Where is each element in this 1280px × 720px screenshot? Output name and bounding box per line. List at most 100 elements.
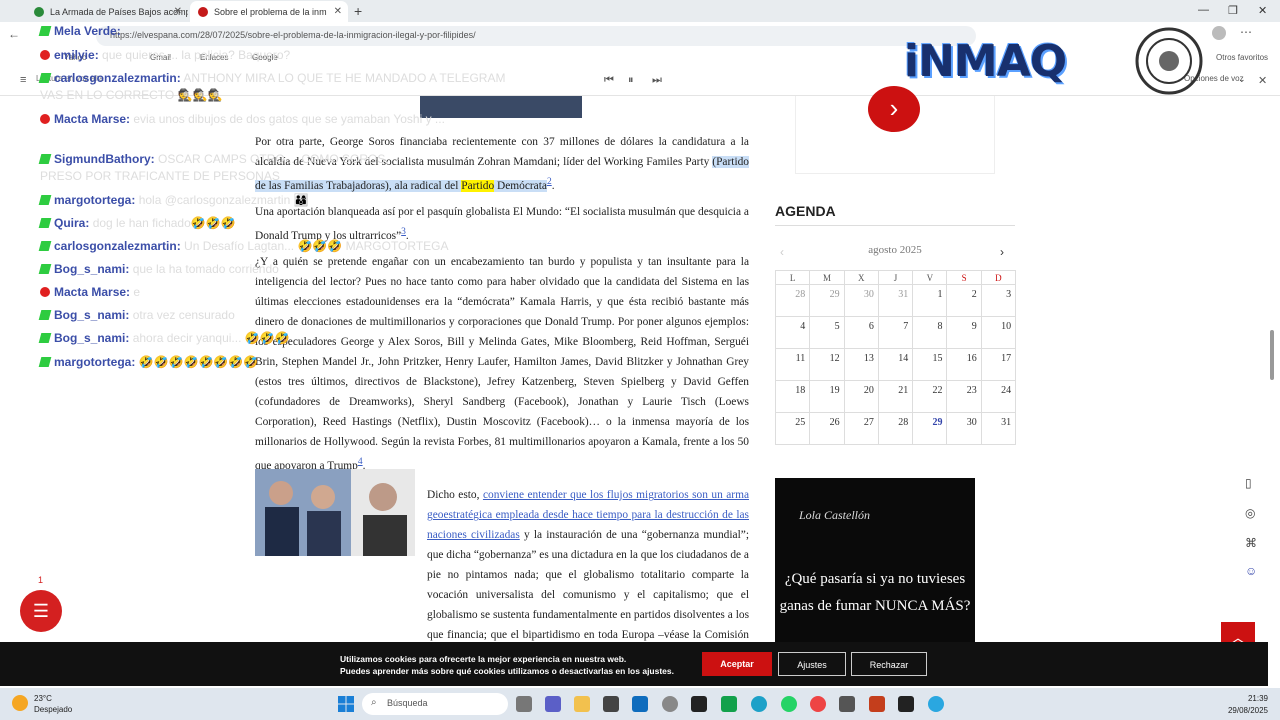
- comments-button[interactable]: ☰: [20, 590, 62, 632]
- assistant-icon[interactable]: ☺: [1245, 564, 1257, 578]
- restore-icon[interactable]: ❐: [1228, 4, 1238, 17]
- calendar-day[interactable]: 23: [946, 380, 982, 413]
- chat-user[interactable]: SigmundBathory:: [54, 152, 155, 166]
- calendar-day[interactable]: 24: [980, 380, 1017, 413]
- calendar-day[interactable]: 9: [946, 316, 982, 349]
- copilot-icon[interactable]: ◎: [1245, 506, 1255, 520]
- calendar-day[interactable]: 15: [912, 348, 948, 381]
- profile-icon[interactable]: [1212, 26, 1226, 40]
- collections-icon[interactable]: ▯: [1245, 476, 1252, 490]
- calendar-next-icon[interactable]: ›: [1000, 245, 1004, 259]
- weather-desc[interactable]: Despejado: [34, 705, 72, 714]
- chat-user[interactable]: carlosgonzalezmartin:: [54, 71, 181, 85]
- tab-armada[interactable]: La Armada de Países Bajos acomp ✕: [26, 1, 188, 22]
- store-icon[interactable]: [603, 696, 619, 712]
- weather-icon[interactable]: [12, 695, 28, 711]
- footnote-link[interactable]: 3: [401, 227, 406, 237]
- calendar-day[interactable]: 30: [946, 412, 982, 445]
- other-favorites[interactable]: Otros favoritos: [1216, 53, 1268, 62]
- close-icon[interactable]: ✕: [334, 6, 342, 17]
- chat-user[interactable]: Mela Verde:: [54, 24, 121, 38]
- url-field[interactable]: https://elvespana.com/28/07/2025/sobre-e…: [96, 26, 976, 46]
- calendar-day[interactable]: 10: [980, 316, 1017, 349]
- chat-user[interactable]: Bog_s_nami:: [54, 331, 129, 345]
- file-explorer-icon[interactable]: [574, 696, 590, 712]
- next-arrow-button[interactable]: ›: [868, 86, 920, 132]
- chevron-down-icon[interactable]: ⌄: [1238, 74, 1246, 85]
- calendar-day[interactable]: 17: [980, 348, 1017, 381]
- back-icon[interactable]: ←: [8, 27, 20, 41]
- calendar-day[interactable]: 18: [774, 380, 811, 413]
- outlook-icon[interactable]: [632, 696, 648, 712]
- chat-user[interactable]: margotortega:: [54, 193, 135, 207]
- calendar-day[interactable]: 29: [809, 284, 845, 317]
- chat-user[interactable]: margotortega:: [54, 355, 135, 369]
- clock-date[interactable]: 29/08/2025: [1220, 706, 1268, 715]
- powerpoint-icon[interactable]: [869, 696, 885, 712]
- calendar-day[interactable]: 13: [843, 348, 879, 381]
- windows-start-icon[interactable]: [338, 696, 354, 712]
- calendar-day[interactable]: 14: [877, 348, 914, 381]
- close-icon[interactable]: ✕: [174, 6, 182, 17]
- tab-inmigracion[interactable]: Sobre el problema de la inm ✕: [190, 1, 348, 22]
- app-icon[interactable]: [662, 696, 678, 712]
- footnote-link[interactable]: 4: [358, 457, 363, 467]
- close-icon[interactable]: ✕: [1258, 74, 1267, 87]
- previous-icon[interactable]: ⏮: [604, 74, 614, 87]
- calendar-day[interactable]: 16: [946, 348, 982, 381]
- terminal-icon[interactable]: [898, 696, 914, 712]
- new-tab-icon[interactable]: +: [354, 3, 362, 19]
- calendar-day[interactable]: 7: [877, 316, 914, 349]
- calendar-day[interactable]: 1: [912, 284, 948, 317]
- clock-time[interactable]: 21:39: [1220, 694, 1268, 703]
- app-icon[interactable]: [721, 696, 737, 712]
- teams-icon[interactable]: [545, 696, 561, 712]
- calendar-day[interactable]: 2: [946, 284, 982, 317]
- close-window-icon[interactable]: ✕: [1258, 4, 1267, 17]
- app-icon[interactable]: [691, 696, 707, 712]
- taskbar-search[interactable]: ⌕ Búsqueda: [362, 693, 508, 715]
- reject-cookies-button[interactable]: Rechazar: [851, 652, 927, 676]
- chat-user[interactable]: Bog_s_nami:: [54, 262, 129, 276]
- calendar-day[interactable]: 6: [843, 316, 879, 349]
- calendar-day[interactable]: 25: [774, 412, 811, 445]
- chat-user[interactable]: Quira:: [54, 216, 89, 230]
- calendar-day[interactable]: 12: [809, 348, 845, 381]
- calendar-day[interactable]: 4: [774, 316, 811, 349]
- calendar-day[interactable]: 30: [843, 284, 879, 317]
- chat-user[interactable]: emilyie:: [54, 48, 99, 62]
- weather-temp[interactable]: 23°C: [34, 694, 52, 703]
- advertisement[interactable]: Lola Castellón ¿Qué pasaría si ya no tuv…: [775, 478, 975, 642]
- tools-icon[interactable]: ⌘: [1245, 536, 1257, 550]
- scrollbar-thumb[interactable]: [1270, 330, 1274, 380]
- calendar-day[interactable]: 5: [809, 316, 845, 349]
- chat-user[interactable]: Macta Marse:: [54, 285, 130, 299]
- calendar-day[interactable]: 20: [843, 380, 879, 413]
- calendar-day[interactable]: 28: [877, 412, 914, 445]
- chat-user[interactable]: Macta Marse:: [54, 112, 130, 126]
- pause-icon[interactable]: ⏸: [628, 74, 634, 87]
- calendar-day[interactable]: 8: [912, 316, 948, 349]
- calendar-day[interactable]: 31: [980, 412, 1017, 445]
- accept-cookies-button[interactable]: Aceptar: [702, 652, 772, 676]
- app-icon[interactable]: [839, 696, 855, 712]
- more-icon[interactable]: ⋯: [1240, 25, 1252, 39]
- reader-menu-icon[interactable]: ≡: [20, 74, 26, 86]
- calendar-day[interactable]: 19: [809, 380, 845, 413]
- calendar-day[interactable]: 21: [877, 380, 914, 413]
- telegram-icon[interactable]: [928, 696, 944, 712]
- calendar-day[interactable]: 22: [912, 380, 948, 413]
- calendar-day[interactable]: 28: [774, 284, 811, 317]
- cookie-settings-button[interactable]: Ajustes: [778, 652, 846, 676]
- next-icon[interactable]: ⏭: [652, 74, 662, 87]
- whatsapp-icon[interactable]: [781, 696, 797, 712]
- calendar-day[interactable]: 11: [774, 348, 811, 381]
- calendar-day[interactable]: 26: [809, 412, 845, 445]
- calendar-day[interactable]: 27: [843, 412, 879, 445]
- edge-icon[interactable]: [751, 696, 767, 712]
- calendar-day[interactable]: 3: [980, 284, 1017, 317]
- task-view-icon[interactable]: [516, 696, 532, 712]
- chrome-icon[interactable]: [810, 696, 826, 712]
- chat-user[interactable]: carlosgonzalezmartin:: [54, 239, 181, 253]
- calendar-day[interactable]: 31: [877, 284, 914, 317]
